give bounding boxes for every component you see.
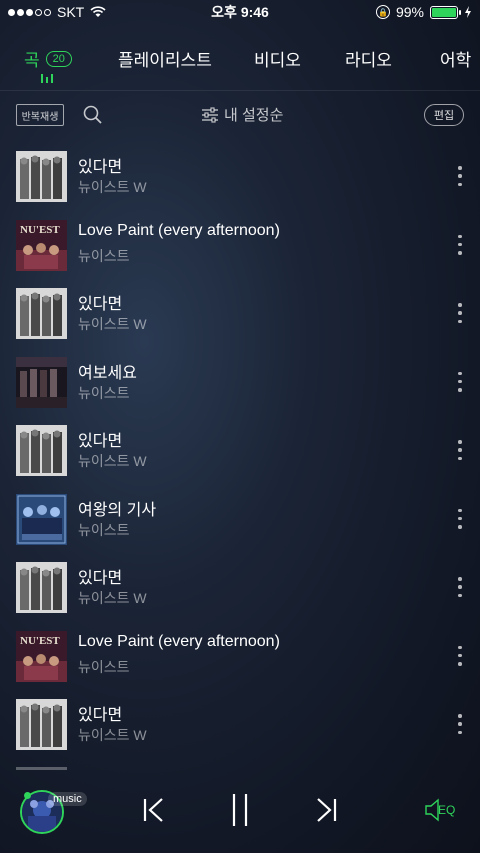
song-artist: 뉴이스트 [78, 384, 130, 401]
carrier-label: SKT [57, 4, 85, 20]
song-row[interactable]: 여보세요 뉴이스트 [0, 350, 480, 419]
song-row[interactable]: 있다면 뉴이스트 W [0, 418, 480, 487]
sort-label: 내 설정순 [224, 107, 284, 124]
tab-label: 비디오 [254, 51, 301, 70]
album-art-gray [16, 699, 67, 750]
song-artist: 뉴이스트 W [78, 453, 147, 469]
search-icon[interactable] [82, 104, 104, 126]
music-badge: music [48, 792, 87, 806]
status-right: 🔒 99% [375, 4, 472, 20]
song-title: 여왕의 기사 [78, 501, 157, 519]
song-title: 있다면 [78, 433, 123, 450]
clock: 오후 9:46 [211, 4, 269, 20]
tab-label: 플레이리스트 [118, 51, 212, 70]
song-list: 있다면 뉴이스트 W NU'EST Love Paint (every afte… [0, 144, 480, 761]
equalizer-button[interactable]: EQ [424, 798, 460, 822]
song-artist: 뉴이스트 W [78, 316, 147, 332]
more-options-icon[interactable] [456, 508, 464, 529]
tab-language[interactable]: 어학 [440, 46, 471, 71]
song-artist: 뉴이스트 W [78, 179, 147, 195]
tab-label: 곡 [24, 51, 40, 70]
song-title: Love Paint (every afternoon) [78, 632, 280, 650]
status-left: SKT [8, 4, 106, 20]
album-art-gray [16, 151, 67, 202]
song-title: 여보세요 [78, 364, 137, 382]
song-title: 있다면 [78, 296, 123, 313]
previous-icon[interactable] [142, 796, 166, 824]
tab-songs[interactable]: 곡 20 [24, 46, 72, 71]
song-row[interactable]: 있다면 뉴이스트 W [0, 692, 480, 761]
album-art-gray [16, 425, 67, 476]
partial-row-edge [16, 767, 67, 770]
category-tabs: 곡 20 플레이리스트 비디오 라디오 어학 [0, 38, 480, 83]
song-row[interactable]: 있다면 뉴이스트 W [0, 144, 480, 213]
wifi-icon [90, 6, 106, 17]
song-artist: 뉴이스트 [78, 521, 130, 538]
song-row[interactable]: NU'EST Love Paint (every afternoon) 뉴이스트 [0, 213, 480, 282]
signal-strength-icon [8, 8, 51, 16]
tab-label: 어학 [440, 51, 472, 70]
battery-icon [430, 5, 461, 19]
song-title: 있다면 [78, 570, 123, 587]
more-options-icon[interactable] [456, 714, 464, 734]
list-toolbar: 반복재생 내 설정순 편집 [0, 100, 480, 132]
tab-videos[interactable]: 비디오 [254, 46, 301, 71]
svg-text:NU'EST: NU'EST [20, 224, 60, 236]
more-options-icon[interactable] [456, 440, 464, 460]
tab-radio[interactable]: 라디오 [345, 46, 392, 71]
more-options-icon[interactable] [456, 577, 464, 597]
more-options-icon[interactable] [456, 645, 464, 666]
song-title: Love Paint (every afternoon) [78, 221, 280, 239]
more-options-icon[interactable] [456, 303, 464, 323]
album-art-gray [16, 288, 67, 339]
repeat-label: 반복재생 [21, 111, 59, 123]
svg-text:NU'EST: NU'EST [20, 635, 60, 647]
repeat-button[interactable]: 반복재생 [16, 104, 64, 126]
tab-label: 라디오 [345, 51, 392, 70]
more-options-icon[interactable] [456, 371, 464, 392]
rotation-lock-icon: 🔒 [375, 5, 390, 19]
album-art-nuest: NU'EST [16, 219, 67, 271]
battery-percent: 99% [395, 4, 424, 20]
song-artist: 뉴이스트 W [78, 590, 147, 606]
song-row[interactable]: NU'EST Love Paint (every afternoon) 뉴이스트 [0, 624, 480, 693]
now-playing-indicator-icon [41, 74, 53, 83]
more-options-icon[interactable] [456, 234, 464, 255]
song-count-badge: 20 [45, 50, 72, 67]
next-icon[interactable] [314, 796, 338, 824]
album-art-blue [16, 493, 67, 545]
tab-playlists[interactable]: 플레이리스트 [118, 46, 212, 71]
edit-label: 편집 [433, 110, 455, 122]
sliders-icon [202, 106, 218, 123]
pause-icon[interactable] [228, 792, 252, 828]
song-row[interactable]: 있다면 뉴이스트 W [0, 555, 480, 624]
song-title: 있다면 [78, 159, 123, 176]
album-art-nuest: NU'EST [16, 630, 67, 682]
more-options-icon[interactable] [456, 166, 464, 186]
playing-dot [24, 792, 31, 799]
album-art-dark [16, 356, 67, 408]
battery-fill [432, 7, 456, 17]
charging-icon [465, 6, 471, 18]
mini-player: music EQ [0, 780, 480, 853]
album-art-gray [16, 562, 67, 613]
song-title: 있다면 [78, 707, 123, 724]
song-artist: 뉴이스트 W [78, 727, 147, 743]
sort-button[interactable]: 내 설정순 [202, 104, 283, 125]
eq-label: EQ [438, 803, 456, 817]
song-row[interactable]: 여왕의 기사 뉴이스트 [0, 487, 480, 556]
edit-button[interactable]: 편집 [424, 104, 464, 126]
song-artist: 뉴이스트 [78, 247, 130, 264]
divider [0, 90, 480, 91]
song-row[interactable]: 있다면 뉴이스트 W [0, 281, 480, 350]
status-bar: SKT 오후 9:46 🔒 99% [0, 0, 480, 24]
song-artist: 뉴이스트 [78, 658, 130, 675]
